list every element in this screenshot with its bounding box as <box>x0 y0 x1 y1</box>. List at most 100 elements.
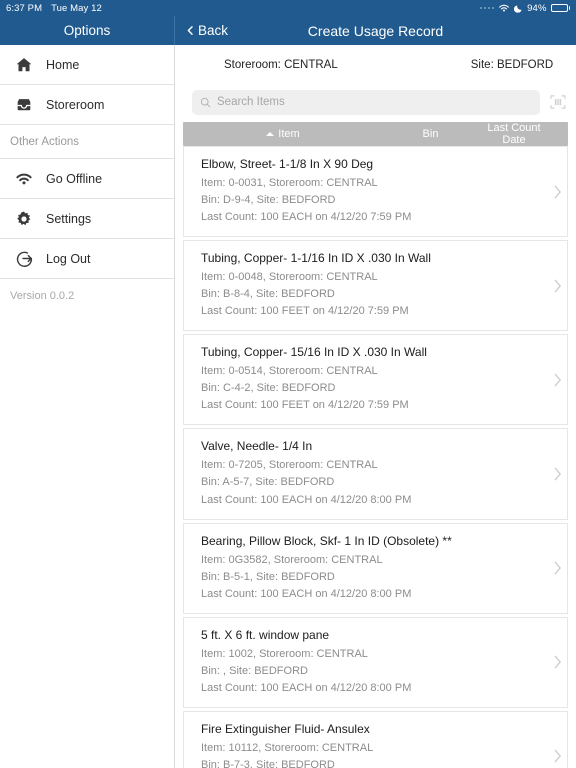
inbox-icon <box>14 95 34 115</box>
table-row[interactable]: Fire Extinguisher Fluid- Ansulex Item: 1… <box>183 710 568 768</box>
table-row[interactable]: 5 ft. X 6 ft. window pane Item: 1002, St… <box>183 616 568 708</box>
row-last-count-line: Last Count: 100 EACH on 4/12/20 7:59 PM <box>201 211 412 224</box>
sidebar-section-label: Other Actions <box>10 135 80 148</box>
gear-icon <box>14 209 34 229</box>
body-row: Home Storeroom Other Actions Go Offline … <box>0 45 576 768</box>
row-item-line: Item: 10112, Storeroom: CENTRAL <box>201 741 374 754</box>
nav-bar-right: Back Create Usage Record <box>175 16 576 45</box>
moon-icon <box>514 5 522 13</box>
row-item-line: Item: 0-0031, Storeroom: CENTRAL <box>201 177 378 189</box>
search-bar <box>175 85 576 119</box>
sidebar-item-settings[interactable]: Settings <box>0 199 174 239</box>
back-button-label: Back <box>198 23 229 38</box>
row-bin-line: Bin: D-9-4, Site: BEDFORD <box>201 194 336 207</box>
wifi-icon <box>14 169 34 189</box>
column-header-last-count-date[interactable]: Last Count Date <box>478 122 568 146</box>
chevron-right-icon <box>547 561 567 575</box>
logout-icon <box>14 249 34 269</box>
row-item-line: Item: 0G3582, Storeroom: CENTRAL <box>201 553 383 566</box>
app-root: 6:37 PM Tue May 12 94% Options Back Crea… <box>0 0 576 768</box>
barcode-scan-icon[interactable] <box>548 92 568 112</box>
row-title: 5 ft. X 6 ft. window pane <box>201 627 330 642</box>
column-header-last-count-date-label: Last Count Date <box>487 122 541 146</box>
chevron-right-icon <box>547 279 567 293</box>
meta-row: Storeroom: CENTRAL Site: BEDFORD <box>175 45 576 85</box>
column-header-bin[interactable]: Bin <box>383 128 478 140</box>
chevron-right-icon <box>547 373 567 387</box>
search-icon <box>200 97 211 107</box>
search-field[interactable] <box>192 89 540 115</box>
sidebar-item-home-label: Home <box>46 57 80 72</box>
table-row[interactable]: Elbow, Street- 1-1/8 In X 90 Deg Item: 0… <box>183 146 568 238</box>
nav-bar: Options Back Create Usage Record <box>0 16 576 45</box>
row-item-line: Item: 0-0048, Storeroom: CENTRAL <box>201 271 378 284</box>
content-panel: Storeroom: CENTRAL Site: BEDFORD Search … <box>175 45 576 768</box>
row-title: Bearing, Pillow Block, Skf- 1 In ID (Obs… <box>201 533 452 548</box>
sidebar-item-settings-label: Settings <box>46 211 92 226</box>
back-button[interactable]: Back <box>186 23 228 38</box>
column-header-item-label: Item <box>278 128 300 140</box>
home-icon <box>14 55 34 75</box>
table-row[interactable]: Tubing, Copper- 1-1/16 In ID X .030 In W… <box>183 240 568 332</box>
row-bin-line: Bin: C-4-2, Site: BEDFORD <box>201 382 336 395</box>
row-last-count-line: Last Count: 100 EACH on 4/12/20 8:00 PM <box>201 681 412 694</box>
sidebar: Home Storeroom Other Actions Go Offline … <box>0 45 175 768</box>
row-bin-line: Bin: B-7-3, Site: BEDFORD <box>201 758 335 768</box>
item-list[interactable]: Elbow, Street- 1-1/8 In X 90 Deg Item: 0… <box>175 146 576 768</box>
sidebar-item-log-out-label: Log Out <box>46 251 91 266</box>
chevron-right-icon <box>547 749 567 763</box>
column-header-item[interactable]: Item <box>183 128 383 140</box>
row-last-count-line: Last Count: 100 FEET on 4/12/20 7:59 PM <box>201 305 409 318</box>
column-header-bin-label: Bin <box>422 128 439 140</box>
row-title: Valve, Needle- 1/4 In <box>201 439 313 454</box>
row-text: Valve, Needle- 1/4 In Item: 0-7205, Stor… <box>201 439 547 508</box>
row-title: Tubing, Copper- 15/16 In ID X .030 In Wa… <box>201 345 427 360</box>
sidebar-item-home[interactable]: Home <box>0 45 174 85</box>
row-text: Tubing, Copper- 15/16 In ID X .030 In Wa… <box>201 345 547 414</box>
search-input[interactable] <box>217 96 532 108</box>
row-last-count-line: Last Count: 100 FEET on 4/12/20 7:59 PM <box>201 399 409 412</box>
sidebar-item-log-out[interactable]: Log Out <box>0 239 174 279</box>
storeroom-label: Storeroom: CENTRAL <box>224 59 338 71</box>
row-last-count-line: Last Count: 100 EACH on 4/12/20 8:00 PM <box>201 493 412 506</box>
row-bin-line: Bin: , Site: BEDFORD <box>201 664 308 677</box>
row-text: Bearing, Pillow Block, Skf- 1 In ID (Obs… <box>201 534 547 603</box>
status-bar-right: 94% <box>479 2 570 14</box>
row-last-count-line: Last Count: 100 EACH on 4/12/20 8:00 PM <box>201 587 412 600</box>
options-title: Options <box>0 16 175 45</box>
table-row[interactable]: Bearing, Pillow Block, Skf- 1 In ID (Obs… <box>183 522 568 614</box>
chevron-right-icon <box>547 655 567 669</box>
chevron-right-icon <box>547 467 567 481</box>
row-text: 5 ft. X 6 ft. window pane Item: 1002, St… <box>201 628 547 697</box>
row-bin-line: Bin: B-8-4, Site: BEDFORD <box>201 288 335 301</box>
chevron-left-icon <box>187 26 193 35</box>
options-title-label: Options <box>63 23 111 38</box>
site-label: Site: BEDFORD <box>470 59 554 71</box>
sidebar-item-storeroom-label: Storeroom <box>46 97 105 112</box>
row-item-line: Item: 0-7205, Storeroom: CENTRAL <box>201 459 378 472</box>
column-header-row: Item Bin Last Count Date <box>183 122 568 146</box>
row-bin-line: Bin: A-5-7, Site: BEDFORD <box>201 476 335 489</box>
chevron-right-icon <box>547 185 567 199</box>
row-text: Tubing, Copper- 1-1/16 In ID X .030 In W… <box>201 251 547 320</box>
row-title: Tubing, Copper- 1-1/16 In ID X .030 In W… <box>201 251 431 266</box>
status-time: 6:37 PM <box>6 2 43 14</box>
row-item-line: Item: 1002, Storeroom: CENTRAL <box>201 647 368 660</box>
row-title: Fire Extinguisher Fluid- Ansulex <box>201 721 370 736</box>
sidebar-item-storeroom[interactable]: Storeroom <box>0 85 174 125</box>
table-row[interactable]: Tubing, Copper- 15/16 In ID X .030 In Wa… <box>183 334 568 426</box>
signal-dots-icon <box>479 6 495 10</box>
version-label: Version 0.0.2 <box>10 290 75 302</box>
row-title: Elbow, Street- 1-1/8 In X 90 Deg <box>201 157 374 171</box>
page-title: Create Usage Record <box>307 22 444 39</box>
status-date: Tue May 12 <box>51 2 102 14</box>
status-bar-left: 6:37 PM Tue May 12 <box>6 3 102 14</box>
row-text: Elbow, Street- 1-1/8 In X 90 Deg Item: 0… <box>201 157 547 226</box>
status-bar: 6:37 PM Tue May 12 94% <box>0 0 576 16</box>
table-row[interactable]: Valve, Needle- 1/4 In Item: 0-7205, Stor… <box>183 428 568 520</box>
sidebar-section-header: Other Actions <box>0 125 174 159</box>
sidebar-item-go-offline[interactable]: Go Offline <box>0 159 174 199</box>
row-text: Fire Extinguisher Fluid- Ansulex Item: 1… <box>201 722 547 768</box>
row-item-line: Item: 0-0514, Storeroom: CENTRAL <box>201 365 378 378</box>
battery-percent: 94% <box>527 2 547 14</box>
